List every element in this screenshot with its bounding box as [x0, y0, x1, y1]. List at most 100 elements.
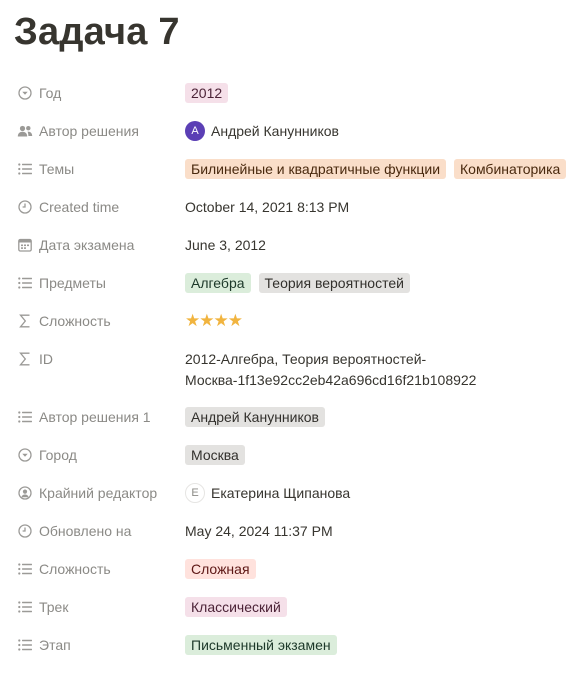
select-icon: [17, 447, 33, 463]
author-tag: Андрей Канунников: [185, 407, 325, 427]
property-label-text: Предметы: [39, 275, 106, 291]
city-tag: Москва: [185, 445, 245, 465]
property-label-text: Темы: [39, 161, 75, 177]
property-label-text: ID: [39, 351, 53, 367]
property-label-text: Город: [39, 447, 77, 463]
property-value-difficulty-rating[interactable]: ★★★★: [170, 302, 579, 340]
person-name: Андрей Канунников: [211, 123, 339, 139]
property-label-id[interactable]: ID: [0, 340, 170, 378]
property-label-last-editor[interactable]: Крайний редактор: [0, 474, 170, 512]
property-row-city: Город Москва: [0, 436, 579, 474]
property-value-stage[interactable]: Письменный экзамен: [170, 626, 579, 664]
property-label-difficulty-rating[interactable]: Сложность: [0, 302, 170, 340]
topic-tag: Комбинаторика: [454, 159, 567, 179]
person-chip: А Андрей Канунников: [185, 121, 339, 141]
year-tag: 2012: [185, 83, 229, 103]
property-label-solution-author-1[interactable]: Автор решения 1: [0, 398, 170, 436]
property-row-last-editor: Крайний редактор Е Екатерина Щипанова: [0, 474, 579, 512]
property-label-text: Автор решения: [39, 123, 139, 139]
people-icon: [17, 123, 33, 139]
property-row-updated-at: Обновлено на May 24, 2024 11:37 PM: [0, 512, 579, 550]
property-value-topics[interactable]: Билинейные и квадратичные функции Комбин…: [170, 150, 579, 188]
property-row-solution-author: Автор решения А Андрей Канунников: [0, 112, 579, 150]
property-label-city[interactable]: Город: [0, 436, 170, 474]
property-row-topics: Темы Билинейные и квадратичные функции К…: [0, 150, 579, 188]
person-name: Екатерина Щипанова: [211, 485, 351, 501]
id-value-line: 2012-Алгебра, Теория вероятностей-: [185, 351, 427, 367]
property-label-text: Сложность: [39, 561, 111, 577]
property-label-text: Сложность: [39, 313, 111, 329]
property-value-last-editor[interactable]: Е Екатерина Щипанова: [170, 474, 579, 512]
property-value-id[interactable]: 2012-Алгебра, Теория вероятностей- Москв…: [170, 340, 579, 391]
property-label-created-time[interactable]: Created time: [0, 188, 170, 226]
property-value-solution-author-1[interactable]: Андрей Канунников: [170, 398, 579, 436]
list-icon: [17, 599, 33, 615]
property-value-updated-at[interactable]: May 24, 2024 11:37 PM: [170, 512, 579, 550]
property-row-created-time: Created time October 14, 2021 8:13 PM: [0, 188, 579, 226]
sigma-icon: [17, 313, 33, 329]
property-label-track[interactable]: Трек: [0, 588, 170, 626]
avatar: Е: [185, 483, 205, 503]
property-label-text: Этап: [39, 637, 71, 653]
calendar-icon: [17, 237, 33, 253]
property-value-city[interactable]: Москва: [170, 436, 579, 474]
updated-at-value: May 24, 2024 11:37 PM: [185, 523, 333, 539]
property-row-id: ID 2012-Алгебра, Теория вероятностей- Мо…: [0, 340, 579, 398]
topic-tag: Билинейные и квадратичные функции: [185, 159, 447, 179]
person-chip: Е Екатерина Щипанова: [185, 483, 350, 503]
property-label-stage[interactable]: Этап: [0, 626, 170, 664]
property-label-subjects[interactable]: Предметы: [0, 264, 170, 302]
property-row-subjects: Предметы Алгебра Теория вероятностей: [0, 264, 579, 302]
property-label-topics[interactable]: Темы: [0, 150, 170, 188]
created-time-value: October 14, 2021 8:13 PM: [185, 199, 350, 215]
property-value-track[interactable]: Классический: [170, 588, 579, 626]
property-label-exam-date[interactable]: Дата экзамена: [0, 226, 170, 264]
list-icon: [17, 161, 33, 177]
property-label-text: Дата экзамена: [39, 237, 135, 253]
property-label-text: Крайний редактор: [39, 485, 158, 501]
page: Задача 7 Год 2012 Автор решения А Андрей…: [0, 0, 579, 673]
subject-tag: Алгебра: [185, 273, 251, 293]
property-row-exam-date: Дата экзамена June 3, 2012: [0, 226, 579, 264]
clock-icon: [17, 523, 33, 539]
sigma-icon: [17, 351, 33, 367]
property-value-year[interactable]: 2012: [170, 74, 579, 112]
property-value-created-time[interactable]: October 14, 2021 8:13 PM: [170, 188, 579, 226]
page-title[interactable]: Задача 7: [14, 6, 180, 58]
property-label-solution-author[interactable]: Автор решения: [0, 112, 170, 150]
person-icon: [17, 485, 33, 501]
property-label-text: Created time: [39, 199, 120, 215]
list-icon: [17, 637, 33, 653]
property-value-solution-author[interactable]: А Андрей Канунников: [170, 112, 579, 150]
track-tag: Классический: [185, 597, 287, 617]
properties-list: Год 2012 Автор решения А Андрей Канунник…: [0, 74, 579, 664]
property-label-year[interactable]: Год: [0, 74, 170, 112]
property-row-difficulty-rating: Сложность ★★★★: [0, 302, 579, 340]
property-row-track: Трек Классический: [0, 588, 579, 626]
list-icon: [17, 409, 33, 425]
property-row-difficulty: Сложность Сложная: [0, 550, 579, 588]
star-rating: ★★★★: [185, 311, 243, 330]
subject-tag: Теория вероятностей: [258, 273, 410, 293]
property-value-subjects[interactable]: Алгебра Теория вероятностей: [170, 264, 579, 302]
property-label-text: Трек: [39, 599, 69, 615]
property-row-year: Год 2012: [0, 74, 579, 112]
clock-icon: [17, 199, 33, 215]
property-row-solution-author-1: Автор решения 1 Андрей Канунников: [0, 398, 579, 436]
difficulty-tag: Сложная: [185, 559, 256, 579]
property-value-exam-date[interactable]: June 3, 2012: [170, 226, 579, 264]
select-icon: [17, 85, 33, 101]
avatar: А: [185, 121, 205, 141]
property-label-text: Автор решения 1: [39, 409, 151, 425]
property-label-difficulty[interactable]: Сложность: [0, 550, 170, 588]
property-row-stage: Этап Письменный экзамен: [0, 626, 579, 664]
property-label-updated-at[interactable]: Обновлено на: [0, 512, 170, 550]
id-value-line: Москва-1f13e92cc2eb42a696cd16f21b108922: [185, 372, 477, 388]
property-value-difficulty[interactable]: Сложная: [170, 550, 579, 588]
property-label-text: Обновлено на: [39, 523, 132, 539]
list-icon: [17, 561, 33, 577]
property-label-text: Год: [39, 85, 62, 101]
list-icon: [17, 275, 33, 291]
exam-date-value: June 3, 2012: [185, 237, 266, 253]
stage-tag: Письменный экзамен: [185, 635, 337, 655]
